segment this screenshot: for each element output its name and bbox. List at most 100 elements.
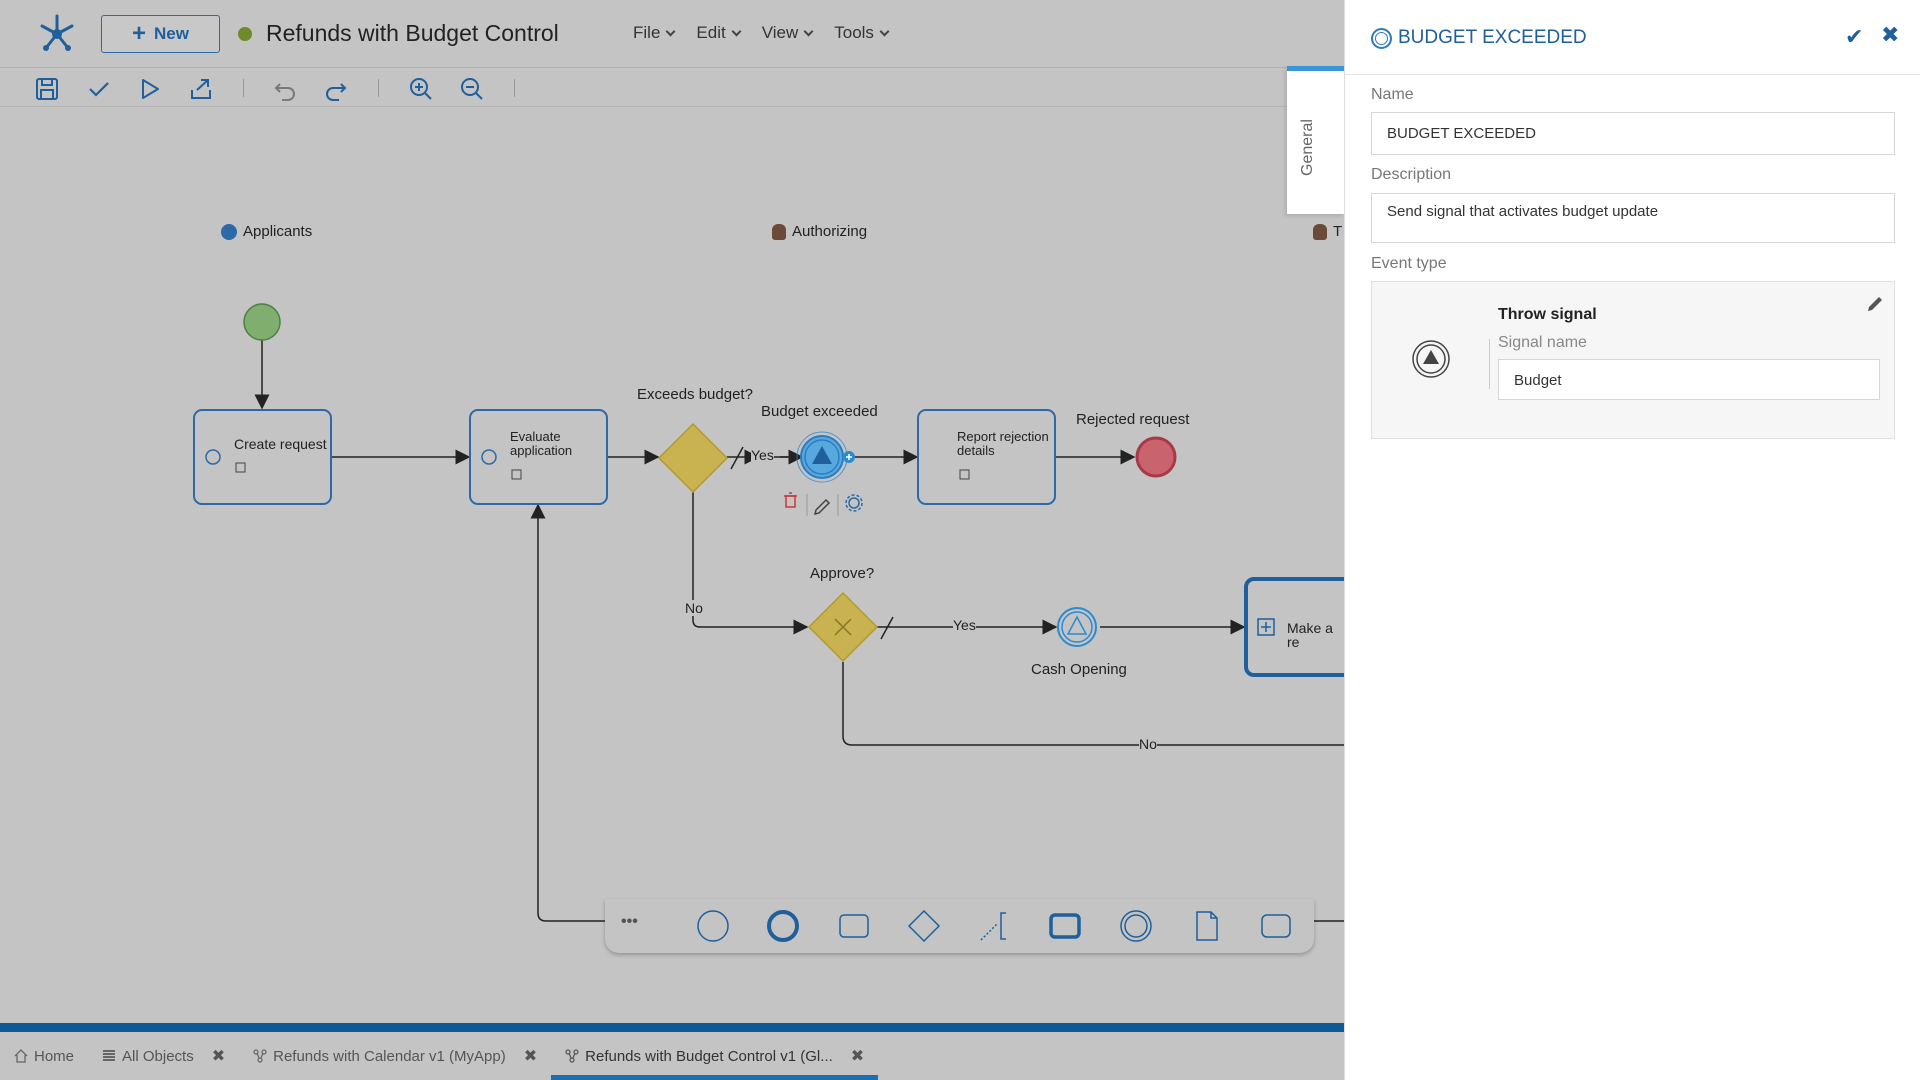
toolbar-divider (378, 79, 379, 97)
lane-applicants[interactable]: Applicants (221, 223, 312, 240)
tab-label: Refunds with Calendar v1 (MyApp) (273, 1047, 506, 1065)
end-event-tool-icon[interactable] (764, 907, 802, 945)
menu-file-label: File (633, 23, 661, 42)
data-object-tool-icon[interactable] (1187, 907, 1225, 945)
event-cash-opening-label: Cash Opening (1031, 661, 1127, 678)
home-icon (14, 1049, 28, 1063)
tab-refunds-calendar[interactable]: Refunds with Calendar v1 (MyApp) ✖ (239, 1032, 551, 1080)
confirm-button[interactable]: ✔ (1845, 24, 1863, 50)
menu-view[interactable]: View (761, 23, 814, 43)
lane-third[interactable]: T (1313, 223, 1342, 240)
tab-general-label: General (1299, 119, 1316, 176)
tab-refunds-budget[interactable]: Refunds with Budget Control v1 (Gl... ✖ (551, 1032, 879, 1080)
panel-title: BUDGET EXCEEDED (1371, 27, 1587, 49)
flow-loop-back (530, 503, 605, 922)
new-button[interactable]: + New (101, 15, 220, 53)
lane-label: Authorizing (792, 223, 868, 240)
close-tab-icon[interactable]: ✖ (851, 1046, 864, 1066)
tab-home[interactable]: Home (0, 1032, 88, 1080)
flow-label-no: No (685, 600, 703, 616)
pencil-icon[interactable] (1865, 294, 1885, 314)
task-tool-icon[interactable] (835, 907, 873, 945)
document-tabs: Home All Objects ✖ Refunds with Calendar… (0, 1032, 1344, 1080)
tab-all-objects[interactable]: All Objects ✖ (88, 1032, 239, 1080)
end-event-rejected (1135, 436, 1177, 478)
menu-tools[interactable]: Tools (834, 23, 890, 43)
event-type-card: Throw signal Signal name Budget (1371, 281, 1895, 439)
horizontal-scrollbar[interactable] (0, 1023, 1344, 1032)
subprocess-tool-icon[interactable] (1046, 907, 1084, 945)
trash-icon (784, 492, 797, 508)
intermediate-event-tool-icon[interactable] (1117, 907, 1155, 945)
panel-header: BUDGET EXCEEDED ✔ ✖ (1345, 0, 1920, 75)
process-icon (253, 1049, 267, 1063)
diagram-canvas[interactable]: Applicants Authorizing T Create request … (0, 107, 1344, 1023)
lane-label: Applicants (243, 223, 313, 240)
menu-view-label: View (761, 23, 799, 42)
tab-label: Home (34, 1047, 75, 1065)
description-label: Description (1371, 166, 1452, 183)
start-event (243, 303, 281, 341)
task-evaluate-application-label: Evaluate application (510, 429, 573, 458)
tab-label: All Objects (122, 1047, 194, 1065)
validate-icon[interactable] (86, 76, 112, 102)
annotation-tool-icon[interactable] (976, 907, 1014, 945)
divider (1489, 339, 1490, 389)
gateway-exceeds-budget-label: Exceeds budget? (637, 386, 753, 403)
plus-icon: + (132, 20, 147, 47)
properties-panel: BUDGET EXCEEDED ✔ ✖ Name BUDGET EXCEEDED… (1344, 0, 1920, 1080)
event-type-label: Event type (1371, 255, 1447, 272)
task-create-request-label: Create request (234, 436, 327, 452)
settings-icon (845, 494, 863, 512)
toolbar-divider (243, 79, 244, 97)
redo-icon[interactable] (323, 76, 349, 102)
name-label: Name (1371, 86, 1414, 103)
event-budget-exceeded-label: Budget exceeded (761, 403, 878, 420)
flow-gateway-no (692, 492, 809, 635)
start-event-tool-icon[interactable] (694, 907, 732, 945)
tab-label: Refunds with Budget Control v1 (Gl... (585, 1047, 833, 1065)
signal-name-field[interactable]: Budget (1498, 359, 1880, 400)
gateway-exceeds-budget (657, 422, 729, 494)
save-icon[interactable] (34, 76, 60, 102)
signal-name-label: Signal name (1498, 334, 1587, 351)
name-field[interactable]: BUDGET EXCEEDED (1371, 112, 1895, 155)
chevron-down-icon (665, 26, 676, 36)
list-icon (103, 1050, 116, 1061)
close-tab-icon[interactable]: ✖ (212, 1046, 225, 1066)
toolbar-divider (514, 79, 515, 97)
menu-edit-label: Edit (696, 23, 726, 42)
panel-title-text: BUDGET EXCEEDED (1398, 27, 1587, 48)
description-field[interactable]: Send signal that activates budget update (1371, 193, 1895, 243)
subprocess-make-a-label: Make a re (1287, 620, 1333, 650)
task-create-request (193, 409, 332, 505)
lane-authorizing[interactable]: Authorizing (772, 223, 867, 240)
main-menu: File Edit View Tools (633, 23, 910, 43)
more-shapes-button[interactable]: ••• (621, 913, 638, 931)
event-cash-opening (1057, 607, 1097, 647)
event-type-title: Throw signal (1498, 306, 1597, 323)
close-tab-icon[interactable]: ✖ (524, 1046, 537, 1066)
gateway-tool-icon[interactable] (905, 907, 943, 945)
flow-label-no: No (1139, 736, 1157, 752)
avatar-icon (772, 223, 786, 240)
shape-palette: ••• (605, 899, 1314, 953)
group-tool-icon[interactable] (1257, 907, 1295, 945)
edit-icon (813, 498, 831, 516)
task-report-rejection-label: Report rejection details (957, 429, 1049, 458)
app-logo-icon[interactable] (36, 12, 78, 54)
status-dot-icon (238, 27, 252, 41)
zoom-in-icon[interactable] (408, 76, 434, 102)
close-panel-button[interactable]: ✖ (1881, 22, 1899, 48)
gateway-approve (807, 591, 879, 663)
zoom-out-icon[interactable] (459, 76, 485, 102)
globe-icon (221, 223, 237, 240)
run-icon[interactable] (137, 76, 163, 102)
tab-general[interactable]: General (1287, 66, 1344, 214)
menu-edit[interactable]: Edit (696, 23, 742, 43)
undo-icon[interactable] (272, 76, 298, 102)
gateway-approve-label: Approve? (810, 565, 875, 582)
chevron-down-icon (879, 26, 890, 36)
publish-icon[interactable] (188, 76, 214, 102)
menu-file[interactable]: File (633, 23, 676, 43)
